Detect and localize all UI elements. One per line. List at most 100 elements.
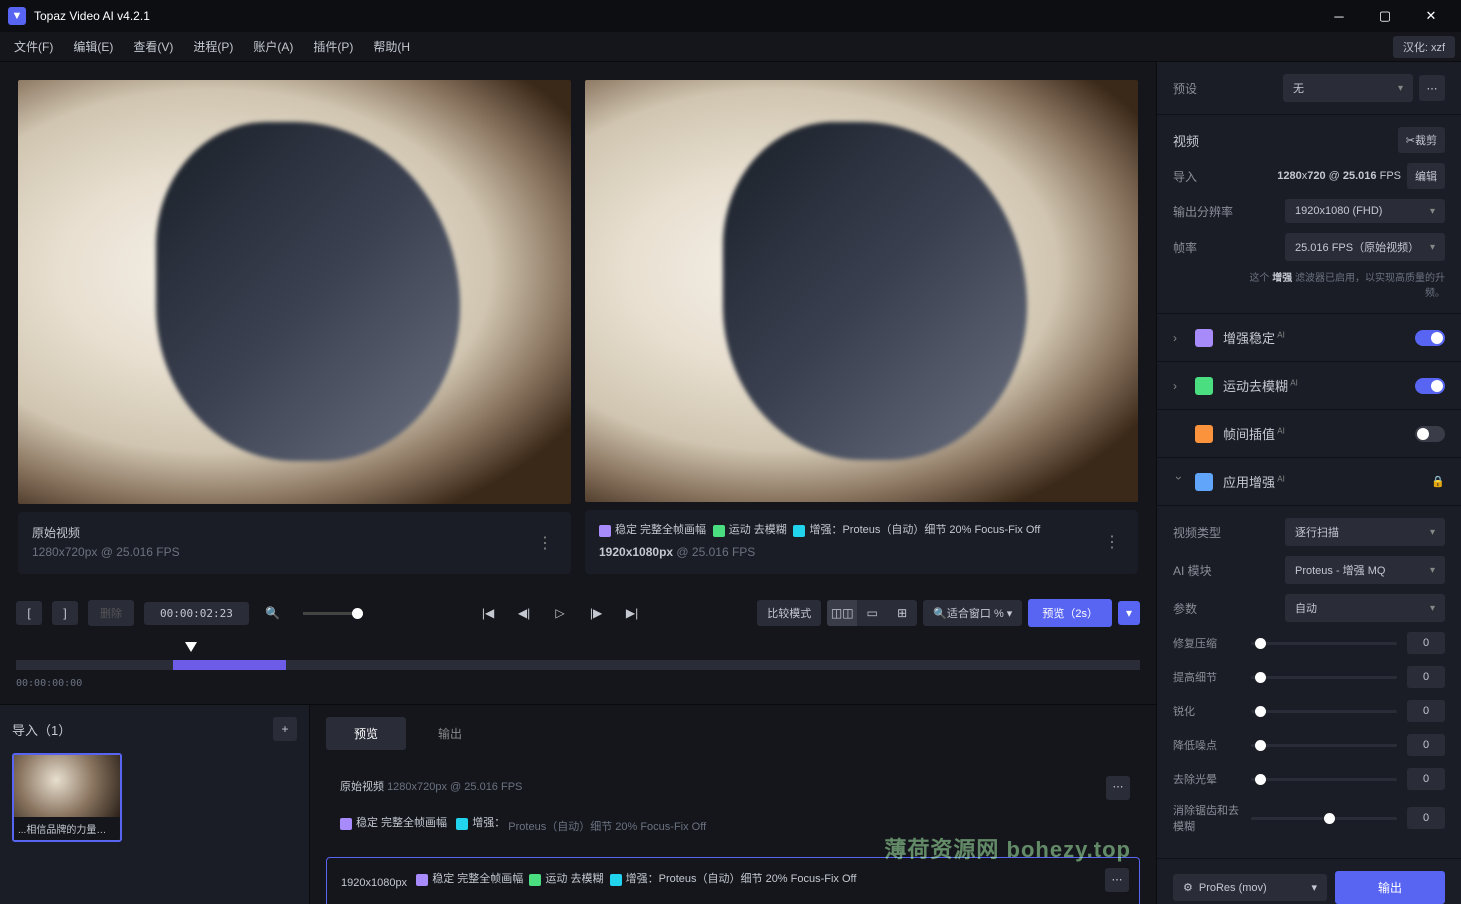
tab-output[interactable]: 输出 xyxy=(410,717,490,750)
section-interp[interactable]: › 帧间插值 AI xyxy=(1157,410,1461,458)
import-header: 导入（1） xyxy=(12,720,273,739)
section-enhance[interactable]: › 应用增强 AI 🔒 xyxy=(1157,458,1461,506)
slider-1: 提高细节 0 xyxy=(1173,666,1445,688)
slider-label: 提高细节 xyxy=(1173,669,1241,685)
section-deblur[interactable]: › 运动去模糊 AI xyxy=(1157,362,1461,410)
params-dropdown[interactable]: 自动▾ xyxy=(1285,594,1445,622)
preset-dropdown[interactable]: 无▾ xyxy=(1283,74,1413,102)
menu-account[interactable]: 账户(A) xyxy=(245,34,301,59)
zoom-slider[interactable] xyxy=(303,612,363,615)
slider-label: 降低噪点 xyxy=(1173,737,1241,753)
timecode[interactable]: 00:00:02:23 xyxy=(144,602,249,625)
slider-track[interactable] xyxy=(1251,642,1397,645)
localize-badge[interactable]: 汉化: xzf xyxy=(1393,36,1455,58)
deblur-toggle[interactable] xyxy=(1415,378,1445,394)
chevron-right-icon[interactable]: › xyxy=(1173,379,1185,393)
queue-item-more-icon[interactable]: ⋯ xyxy=(1106,776,1130,800)
app-logo: ▼ xyxy=(8,7,26,25)
deblur-icon xyxy=(1195,377,1213,395)
enhance-icon xyxy=(793,525,805,537)
slider-track[interactable] xyxy=(1251,710,1397,713)
preview-original[interactable] xyxy=(18,80,571,504)
maximize-button[interactable]: ▢ xyxy=(1363,2,1407,30)
view-split-icon[interactable]: ◫◫ xyxy=(827,600,857,626)
section-stabilize[interactable]: › 增强稳定 AI xyxy=(1157,314,1461,362)
zoom-icon[interactable]: 🔍 xyxy=(259,599,287,627)
thumbnail-image xyxy=(14,755,120,817)
enhanced-res: 1920x1080px xyxy=(599,545,673,559)
enhance-icon xyxy=(610,874,622,886)
slider-value[interactable]: 0 xyxy=(1407,734,1445,756)
help-text: 这个 增强 滤波器已启用，以实现高质量的升频。 xyxy=(1173,271,1445,301)
chevron-down-icon[interactable]: › xyxy=(1172,476,1186,488)
interp-toggle[interactable] xyxy=(1415,426,1445,442)
close-button[interactable]: ✕ xyxy=(1409,2,1453,30)
preset-more-icon[interactable]: ⋯ xyxy=(1419,75,1445,101)
tab-preview[interactable]: 预览 xyxy=(326,717,406,750)
playhead-icon[interactable] xyxy=(185,642,197,652)
stabilize-icon xyxy=(340,818,352,830)
slider-value[interactable]: 0 xyxy=(1407,807,1445,829)
minimize-button[interactable]: ─ xyxy=(1317,2,1361,30)
slider-label: 修复压缩 xyxy=(1173,635,1241,651)
slider-track[interactable] xyxy=(1251,676,1397,679)
fps-label: 帧率 xyxy=(1173,239,1285,256)
menu-help[interactable]: 帮助(H xyxy=(365,34,418,59)
slider-track[interactable] xyxy=(1251,778,1397,781)
original-info: 1280x720px @ 25.016 FPS xyxy=(32,543,533,562)
enhanced-more-icon[interactable]: ⋮ xyxy=(1100,532,1124,552)
slider-value[interactable]: 0 xyxy=(1407,700,1445,722)
crop-button[interactable]: ✂ 裁剪 xyxy=(1398,127,1445,153)
preview-enhanced[interactable] xyxy=(585,80,1138,502)
video-type-dropdown[interactable]: 逐行扫描▾ xyxy=(1285,518,1445,546)
format-dropdown[interactable]: ⚙ ProRes (mov) ▾ xyxy=(1173,874,1327,901)
preview-button[interactable]: 预览（2s） xyxy=(1028,599,1112,627)
slider-value[interactable]: 0 xyxy=(1407,768,1445,790)
slider-5: 消除锯齿和去模糊 0 xyxy=(1173,802,1445,834)
timeline-segment[interactable] xyxy=(173,660,285,670)
menu-view[interactable]: 查看(V) xyxy=(125,34,181,59)
preview-settings-icon[interactable]: ▾ xyxy=(1118,601,1140,625)
menu-plugins[interactable]: 插件(P) xyxy=(305,34,361,59)
add-import-button[interactable]: + xyxy=(273,717,297,741)
step-forward-icon[interactable]: |▶ xyxy=(582,599,610,627)
original-label: 原始视频 xyxy=(32,524,533,543)
step-back-icon[interactable]: ◀| xyxy=(510,599,538,627)
video-type-label: 视频类型 xyxy=(1173,524,1285,541)
export-button[interactable]: 输出 xyxy=(1335,871,1445,904)
compare-mode-button[interactable]: 比较模式 xyxy=(757,600,821,626)
model-dropdown[interactable]: Proteus - 增强 MQ▾ xyxy=(1285,556,1445,584)
menu-edit[interactable]: 编辑(E) xyxy=(65,34,121,59)
queue-item-2[interactable]: 1920x1080px 稳定 完整全帧画幅 运动 去模糊 增强：Proteus（… xyxy=(326,857,1140,904)
stabilize-toggle[interactable] xyxy=(1415,330,1445,346)
menu-process[interactable]: 进程(P) xyxy=(185,34,241,59)
slider-label: 去除光晕 xyxy=(1173,771,1241,787)
original-more-icon[interactable]: ⋮ xyxy=(533,533,557,553)
view-grid-icon[interactable]: ⊞ xyxy=(887,600,917,626)
skip-end-icon[interactable]: ▶| xyxy=(618,599,646,627)
slider-label: 锐化 xyxy=(1173,703,1241,719)
menu-file[interactable]: 文件(F) xyxy=(6,34,61,59)
out-res-dropdown[interactable]: 1920x1080 (FHD)▾ xyxy=(1285,199,1445,223)
mark-in-button[interactable]: [ xyxy=(16,601,42,625)
chevron-right-icon[interactable]: › xyxy=(1173,331,1185,345)
slider-value[interactable]: 0 xyxy=(1407,632,1445,654)
skip-start-icon[interactable]: |◀ xyxy=(474,599,502,627)
slider-0: 修复压缩 0 xyxy=(1173,632,1445,654)
slider-track[interactable] xyxy=(1251,744,1397,747)
edit-button[interactable]: 编辑 xyxy=(1407,163,1445,189)
fps-dropdown[interactable]: 25.016 FPS（原始视频）▾ xyxy=(1285,233,1445,261)
slider-value[interactable]: 0 xyxy=(1407,666,1445,688)
slider-track[interactable] xyxy=(1251,817,1397,820)
queue-item-more-icon[interactable]: ⋯ xyxy=(1105,868,1129,892)
lock-icon: 🔒 xyxy=(1431,475,1445,488)
fit-window-dropdown[interactable]: 🔍适合窗口 % ▾ xyxy=(923,600,1022,626)
enhance-section-icon xyxy=(1195,473,1213,491)
queue-item-1[interactable]: 原始视频 1280x720px @ 25.016 FPS 稳定 完整全帧画幅 增… xyxy=(326,766,1140,849)
import-thumbnail[interactable]: ...相信品牌的力量》.MP4 xyxy=(12,753,122,842)
timeline[interactable]: 00:00:00:00 xyxy=(0,634,1156,704)
view-single-icon[interactable]: ▭ xyxy=(857,600,887,626)
delete-button[interactable]: 删除 xyxy=(88,600,134,626)
mark-out-button[interactable]: ] xyxy=(52,601,78,625)
play-icon[interactable]: ▷ xyxy=(546,599,574,627)
